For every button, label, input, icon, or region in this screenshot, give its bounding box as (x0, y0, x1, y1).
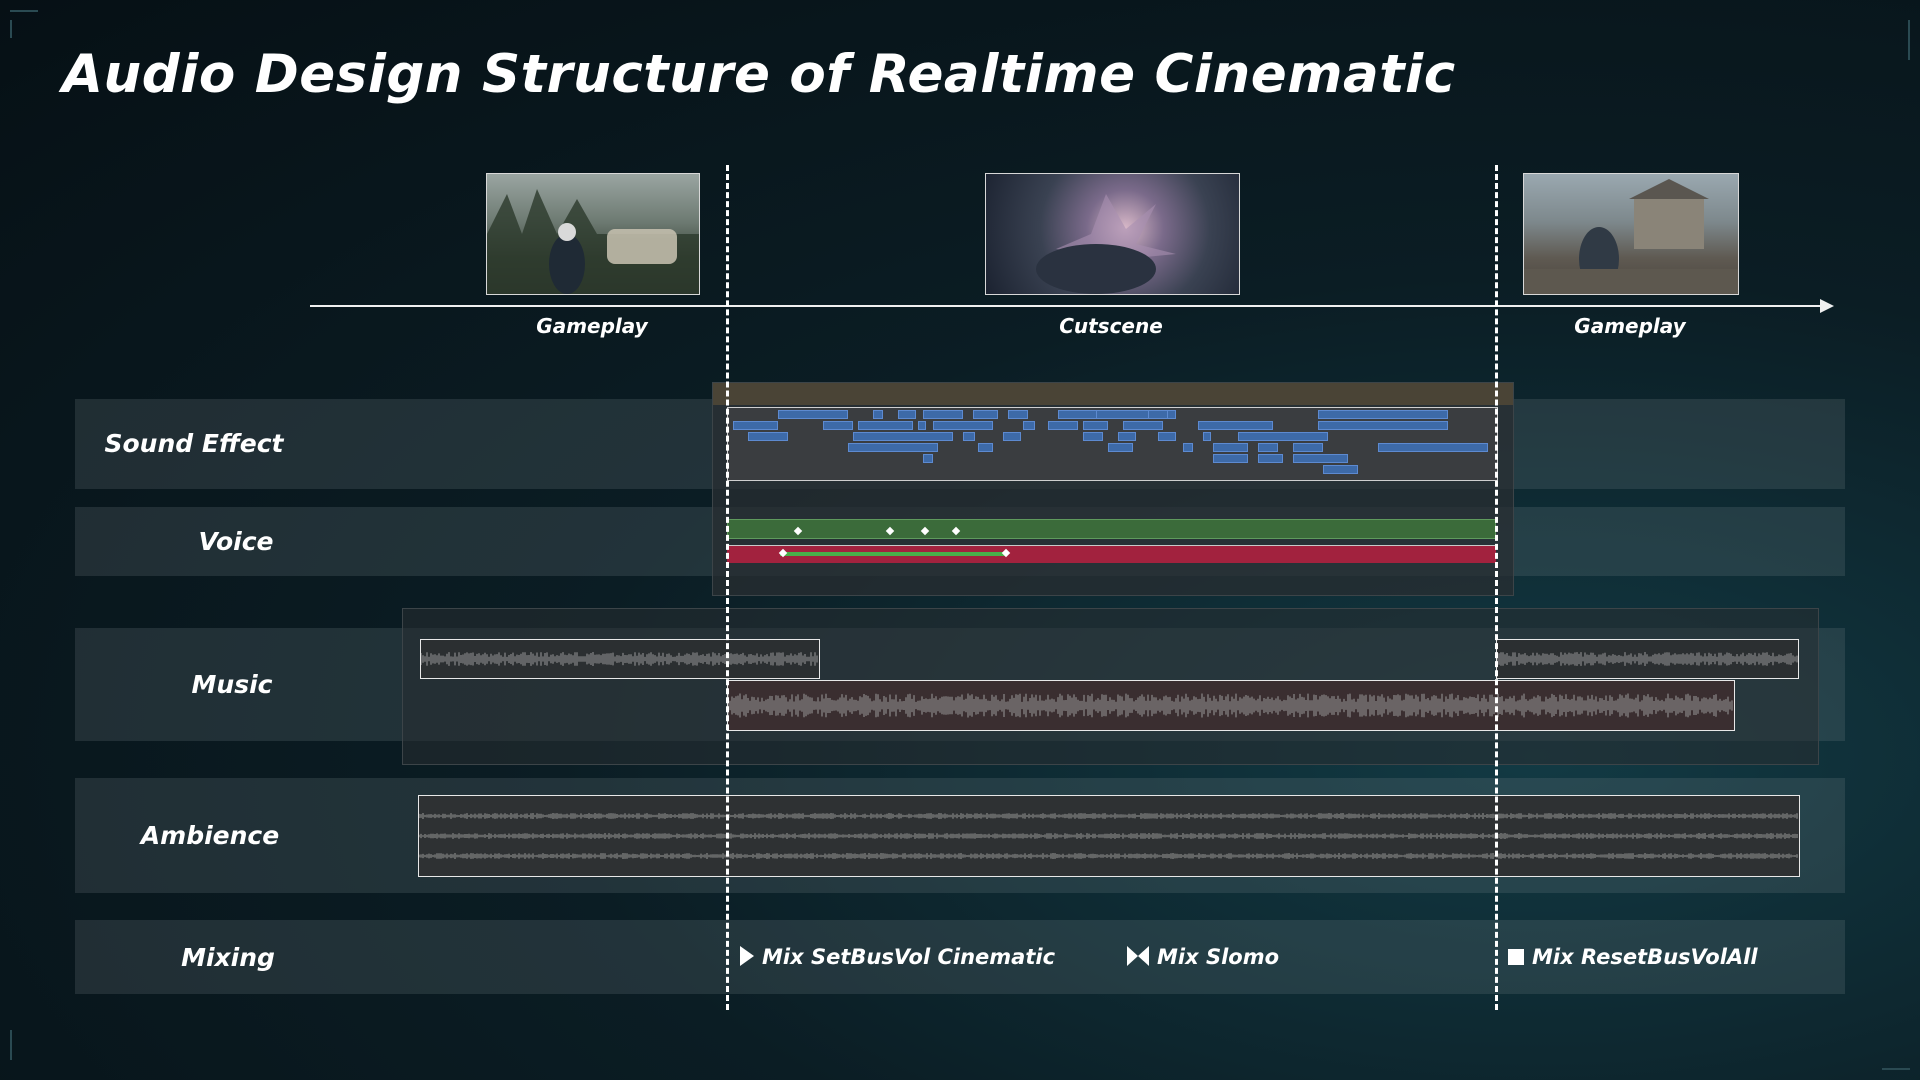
waveform (419, 813, 1798, 819)
gameplay-thumbnail-start (486, 173, 700, 295)
sfx-clip (918, 421, 926, 430)
sfx-clip (1123, 421, 1163, 430)
sfx-clip (1058, 410, 1098, 419)
sfx-clip (963, 432, 975, 441)
waveform (421, 652, 818, 666)
sfx-clip (1293, 454, 1348, 463)
voice-track-green-inner (780, 552, 1006, 556)
row-label-voice: Voice (198, 527, 274, 556)
sfx-clip (978, 443, 993, 452)
timeline-arrow (310, 299, 1834, 313)
music-clip-gameplay-start (420, 639, 820, 679)
mix-event-resetbusvolall: Mix ResetBusVolAll (1508, 945, 1758, 970)
page-title: Audio Design Structure of Realtime Cinem… (62, 44, 1456, 105)
sfx-clip (923, 454, 933, 463)
sfx-clip (748, 432, 788, 441)
sfx-clip (1183, 443, 1193, 452)
sfx-clip (778, 410, 848, 419)
sfx-clip (933, 421, 993, 430)
phase-label-gameplay-end: Gameplay (1574, 314, 1686, 338)
bowtie-icon (1127, 945, 1149, 971)
sfx-clip (1213, 443, 1248, 452)
phase-boundary-cutscene-start (726, 165, 729, 1010)
sfx-clip (848, 443, 938, 452)
waveform (728, 693, 1733, 718)
row-label-music: Music (191, 670, 273, 699)
frame-corner-bottom-right (1882, 1068, 1910, 1070)
sfx-clip (853, 432, 953, 441)
sfx-clip (923, 410, 963, 419)
sfx-clip (1158, 432, 1176, 441)
sfx-clip (858, 421, 913, 430)
waveform (419, 853, 1798, 859)
mix-event-label: Mix ResetBusVolAll (1532, 945, 1758, 969)
sfx-clip (898, 410, 916, 419)
mix-event-setbusvol-cinematic: Mix SetBusVol Cinematic (740, 945, 1055, 971)
sound-effect-track (727, 407, 1498, 481)
frame-edge-bottom-left (10, 1030, 12, 1060)
music-clip-cutscene (727, 680, 1735, 731)
row-label-ambience: Ambience (140, 821, 280, 850)
sfx-clip (1148, 410, 1168, 419)
sfx-clip (1198, 421, 1273, 430)
cutscene-thumbnail (985, 173, 1240, 295)
sfx-clip (1118, 432, 1136, 441)
frame-edge-left (10, 20, 12, 38)
sfx-clip (1083, 421, 1108, 430)
mix-event-label: Mix SetBusVol Cinematic (762, 945, 1056, 969)
sfx-clip (1003, 432, 1021, 441)
sfx-clip (1048, 421, 1078, 430)
sfx-clip (1108, 443, 1133, 452)
mix-event-slomo: Mix Slomo (1127, 945, 1279, 971)
sfx-clip (1293, 443, 1323, 452)
sfx-clip (1318, 410, 1448, 419)
sfx-clip (733, 421, 778, 430)
stop-icon (1508, 946, 1524, 970)
frame-edge-right (1908, 20, 1910, 60)
mix-event-label: Mix Slomo (1157, 945, 1280, 969)
phase-label-cutscene: Cutscene (1059, 314, 1163, 338)
ambience-clip (418, 795, 1800, 877)
voice-track-green (727, 519, 1496, 539)
sfx-clip (1378, 443, 1488, 452)
sfx-clip (1238, 432, 1328, 441)
row-label-sound-effect: Sound Effect (104, 429, 284, 458)
play-icon (740, 945, 754, 971)
sfx-clip (1258, 443, 1278, 452)
phase-boundary-cutscene-end (1495, 165, 1498, 1010)
sfx-clip (973, 410, 998, 419)
phase-label-gameplay-start: Gameplay (536, 314, 648, 338)
gameplay-thumbnail-end (1523, 173, 1739, 295)
sfx-clip (823, 421, 853, 430)
music-clip-gameplay-end (1496, 639, 1799, 679)
waveform (1497, 652, 1798, 666)
row-label-mixing: Mixing (181, 943, 275, 972)
frame-corner-top-left (10, 10, 38, 12)
sfx-clip (1318, 421, 1448, 430)
sfx-clip (1323, 465, 1358, 474)
sfx-clip (1023, 421, 1035, 430)
sfx-clip (1258, 454, 1283, 463)
waveform (419, 833, 1798, 839)
sfx-clip (1213, 454, 1248, 463)
sfx-clip (1083, 432, 1103, 441)
sfx-clip (873, 410, 883, 419)
sfx-clip (1008, 410, 1028, 419)
sfx-clip (1203, 432, 1211, 441)
